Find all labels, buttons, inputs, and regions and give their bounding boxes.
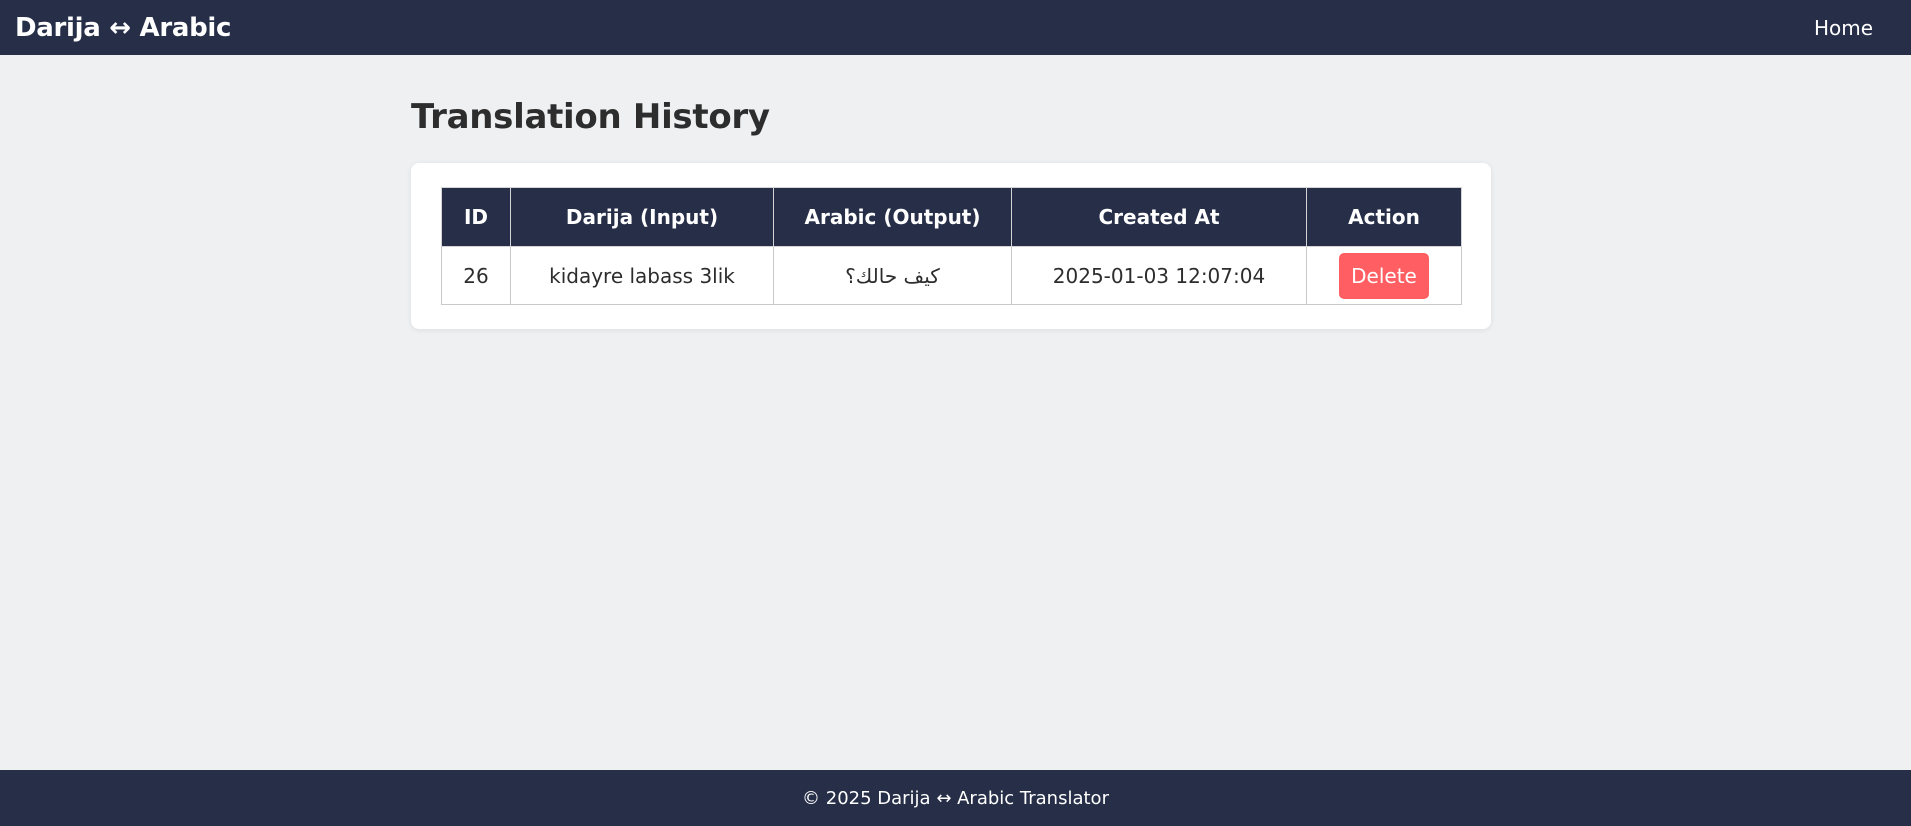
column-header-arabic: Arabic (Output) — [773, 187, 1012, 247]
table-header-row: ID Darija (Input) Arabic (Output) Create… — [441, 187, 1462, 247]
column-header-created-at: Created At — [1011, 187, 1307, 247]
history-card: ID Darija (Input) Arabic (Output) Create… — [411, 163, 1491, 329]
column-header-id: ID — [441, 187, 511, 247]
page-title: Translation History — [411, 97, 770, 137]
cell-id: 26 — [441, 246, 511, 305]
cell-darija-input: kidayre labass 3lik — [510, 246, 774, 305]
table-row: 26 kidayre labass 3lik كيف حالك؟ 2025-01… — [441, 246, 1462, 305]
footer: © 2025 Darija ↔ Arabic Translator — [0, 770, 1911, 826]
main-content: Translation History ID Darija (Input) Ar… — [411, 92, 1491, 329]
column-header-action: Action — [1306, 187, 1462, 247]
cell-action: Delete — [1306, 246, 1462, 305]
nav-home-link[interactable]: Home — [1814, 16, 1873, 40]
footer-text: © 2025 Darija ↔ Arabic Translator — [802, 787, 1109, 809]
cell-created-at: 2025-01-03 12:07:04 — [1011, 246, 1307, 305]
brand-title[interactable]: Darija ↔ Arabic — [15, 13, 231, 43]
column-header-darija: Darija (Input) — [510, 187, 774, 247]
delete-button[interactable]: Delete — [1339, 252, 1429, 299]
top-navbar: Darija ↔ Arabic Home — [0, 0, 1911, 55]
cell-arabic-output: كيف حالك؟ — [773, 246, 1012, 305]
history-table: ID Darija (Input) Arabic (Output) Create… — [441, 187, 1462, 305]
